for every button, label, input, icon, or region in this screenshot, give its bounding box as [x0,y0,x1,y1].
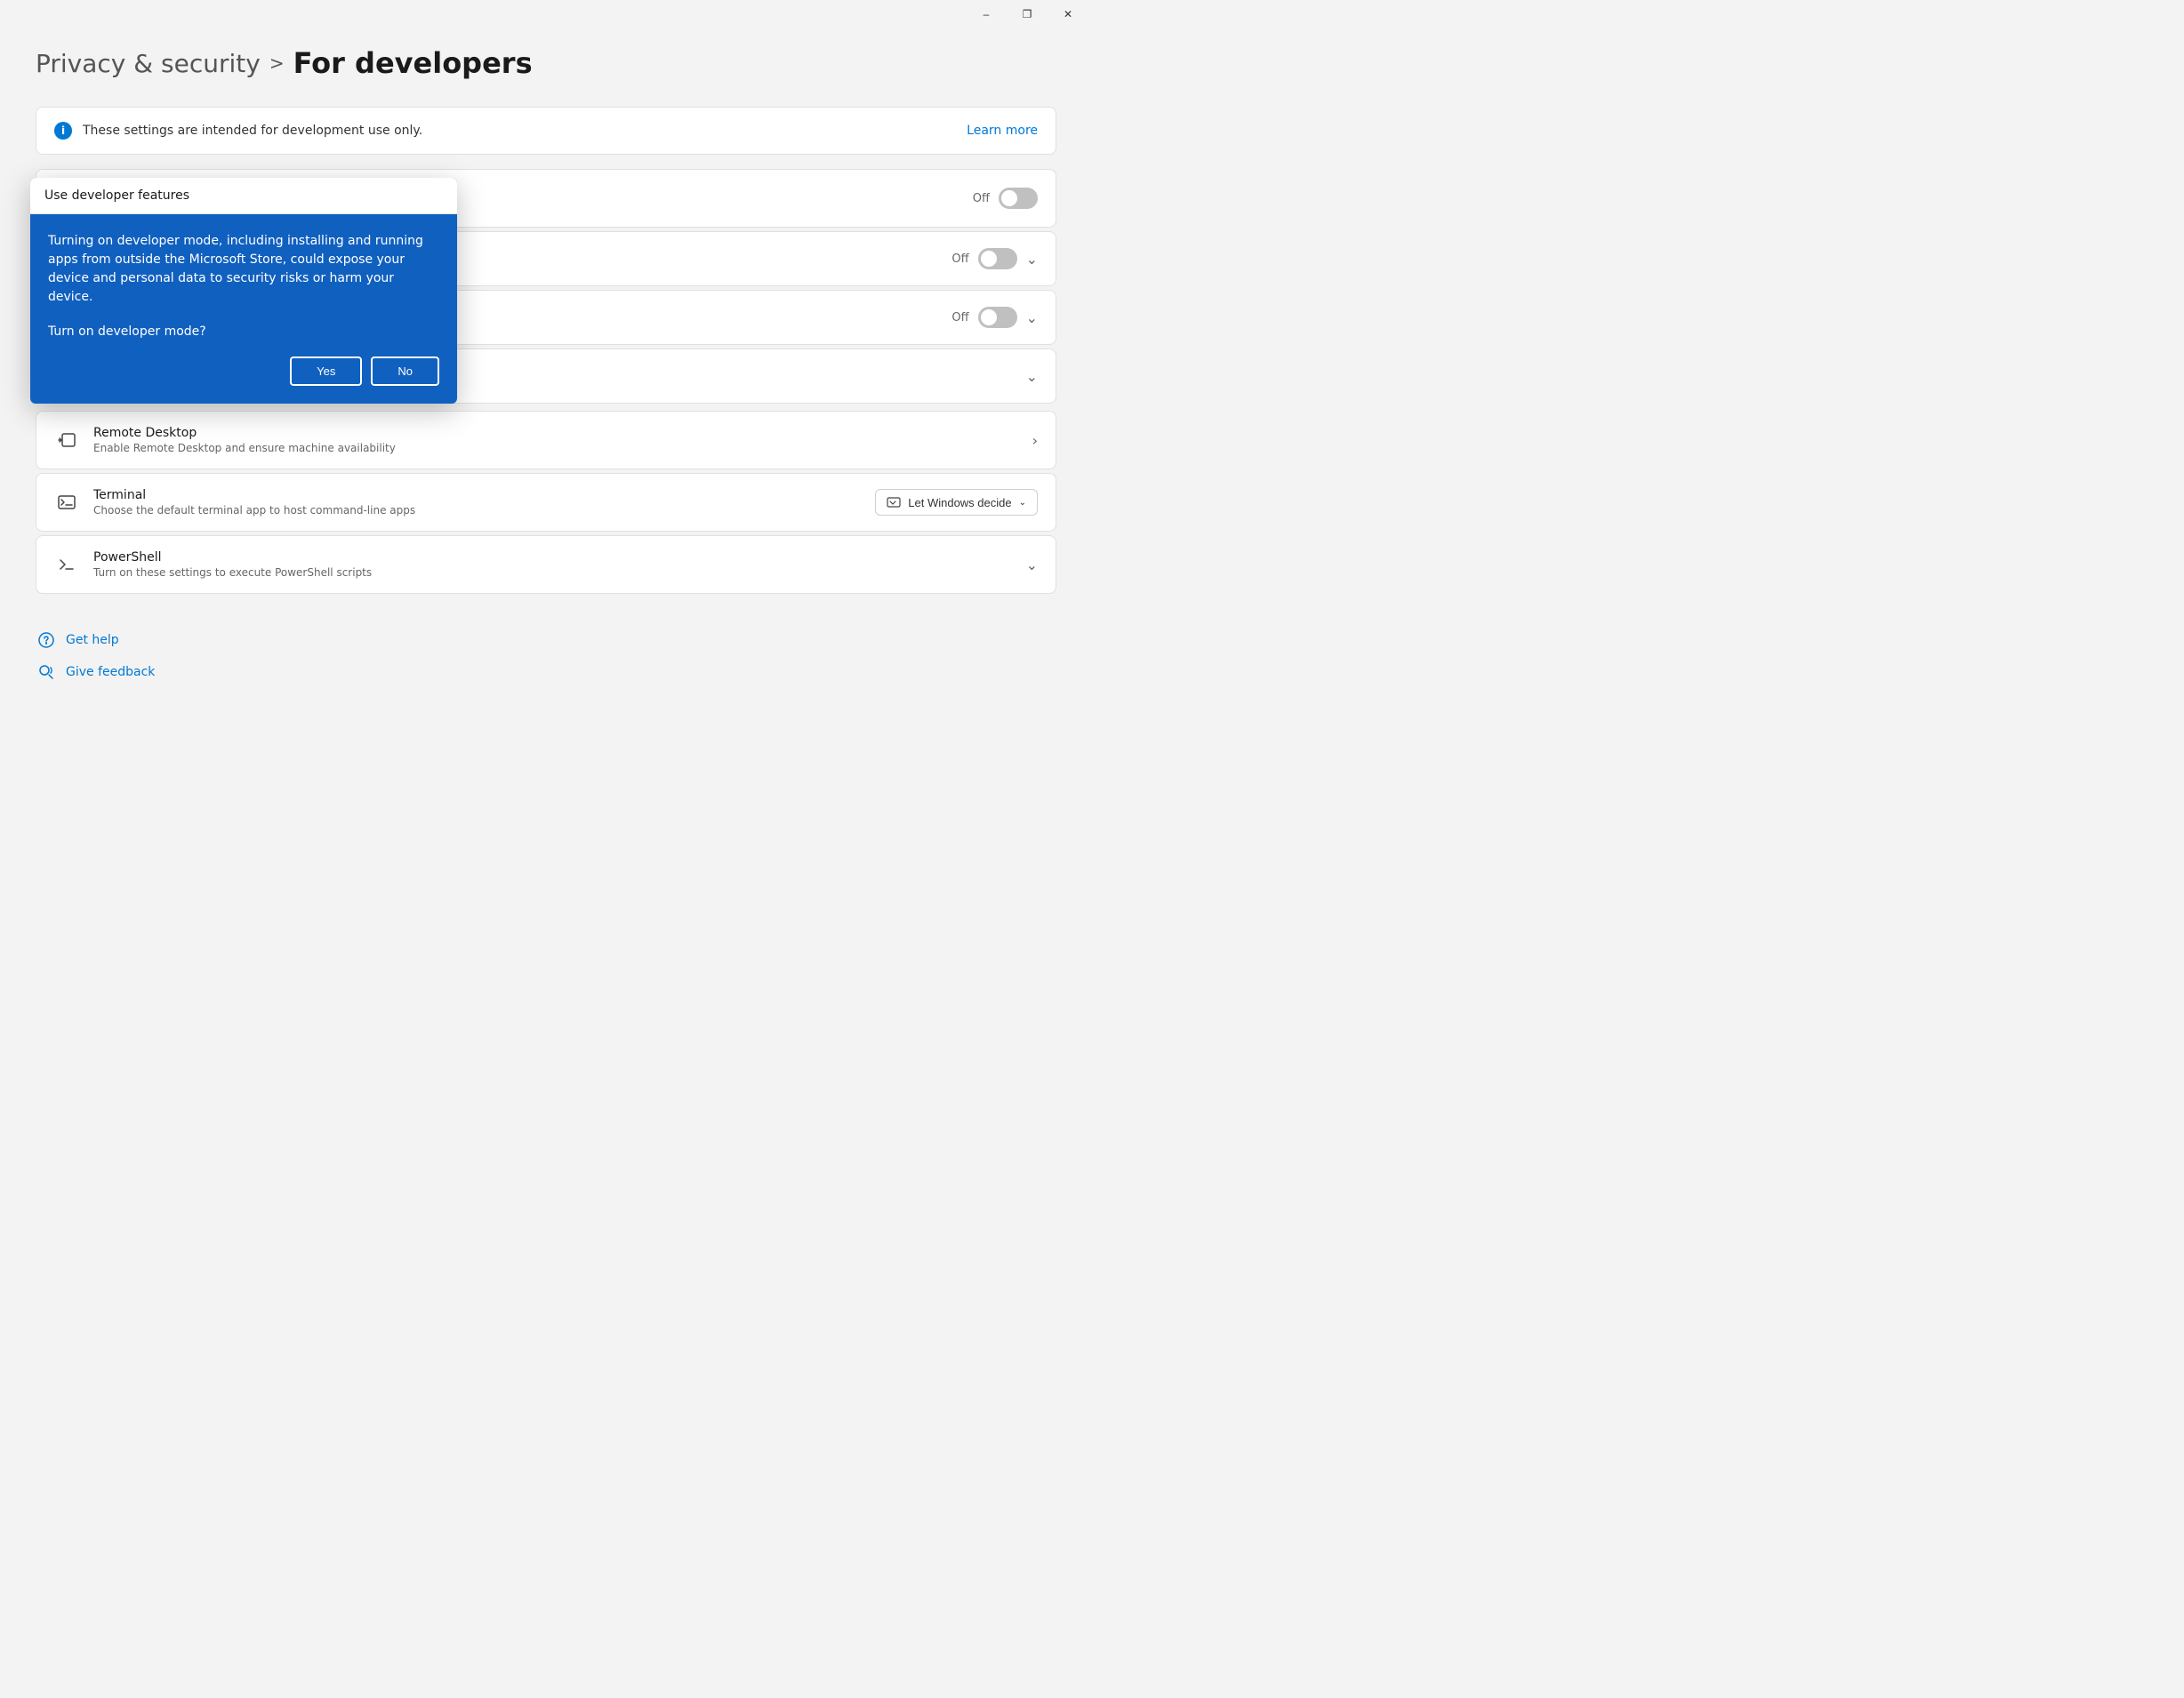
dialog-no-button[interactable]: No [371,356,439,386]
dialog-header: Use developer features [30,178,457,214]
dialog-message: Turning on developer mode, including ins… [48,232,439,307]
dialog-question: Turn on developer mode? [48,324,439,339]
dialog-overlay: Use developer features Turning on develo… [0,0,1092,849]
developer-mode-dialog: Use developer features Turning on develo… [30,178,457,404]
dialog-body: Turning on developer mode, including ins… [30,214,457,404]
dialog-title: Use developer features [44,188,189,203]
dialog-yes-button[interactable]: Yes [290,356,362,386]
dialog-actions: Yes No [48,356,439,389]
